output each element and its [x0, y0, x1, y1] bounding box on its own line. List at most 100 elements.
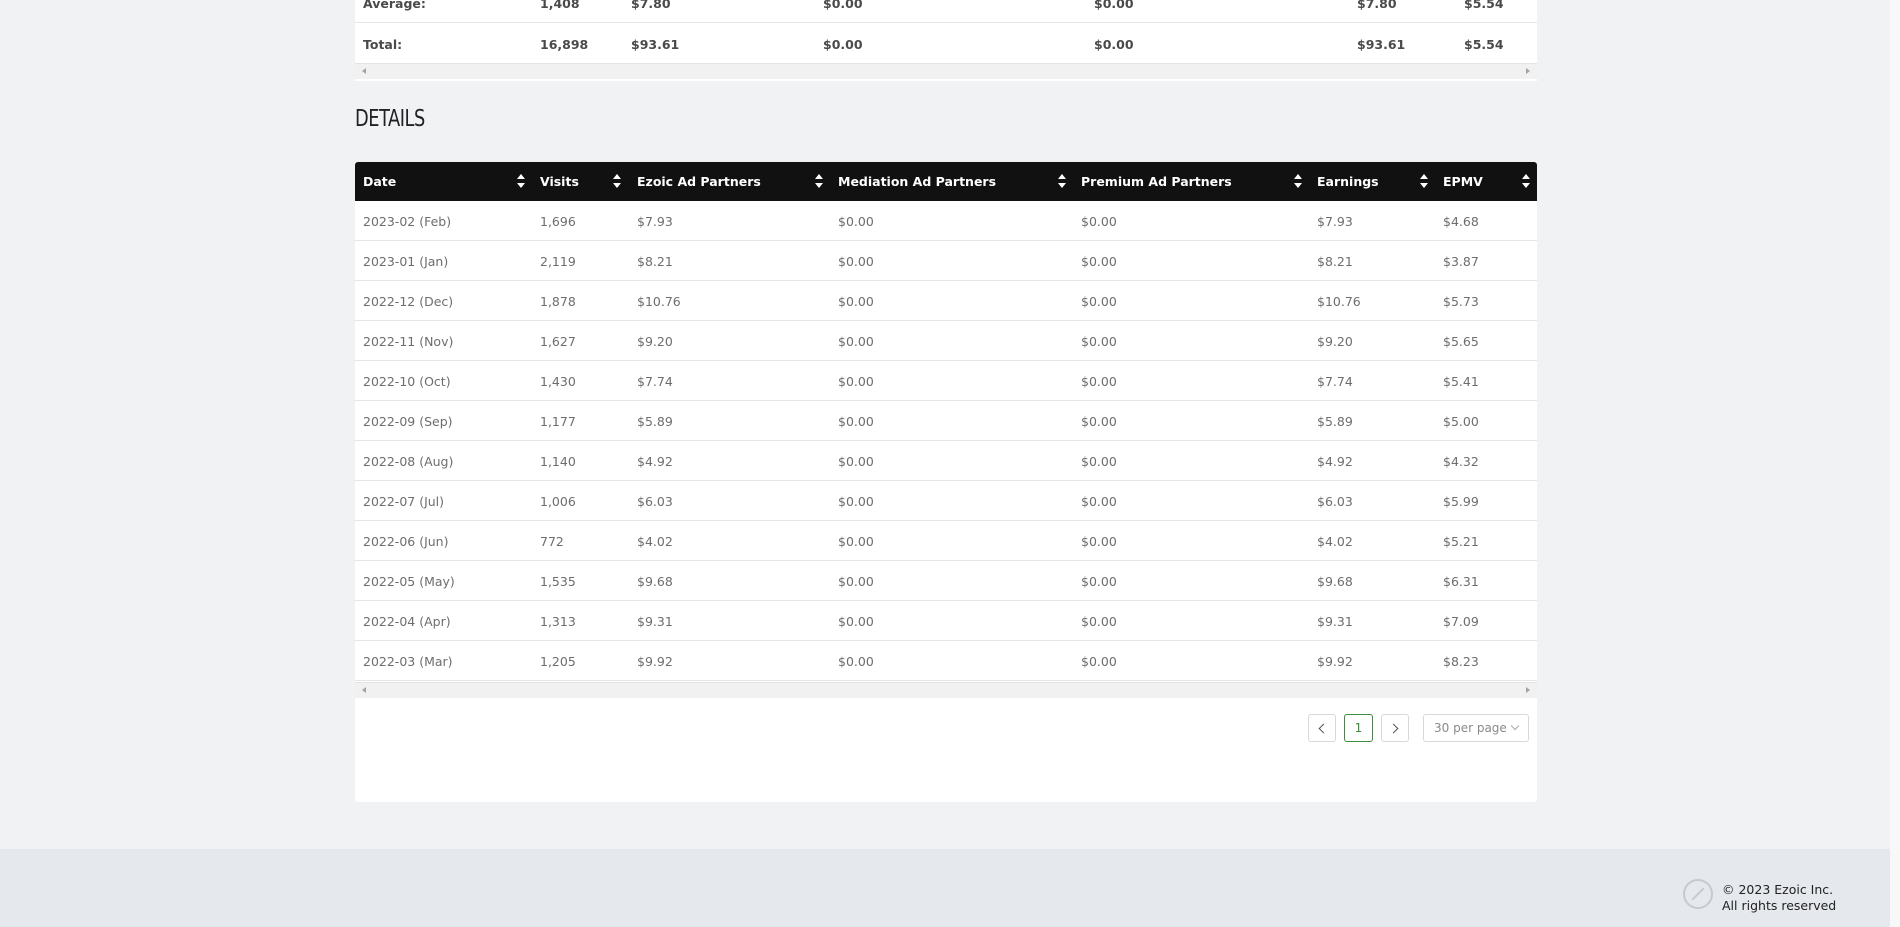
chevron-left-icon: [1318, 723, 1329, 734]
sort-icon[interactable]: [1521, 173, 1531, 191]
details-heading: DETAILS: [355, 106, 425, 132]
table-cell: $8.21: [637, 254, 673, 269]
window-scrollbar-track[interactable]: [1890, 0, 1900, 927]
table-cell: $0.00: [1081, 214, 1117, 229]
details-horizontal-scrollbar[interactable]: [355, 682, 1537, 698]
per-page-select[interactable]: 30 per page: [1423, 714, 1529, 742]
table-row: 2022-10 (Oct) 1,430 $7.74 $0.00 $0.00 $7.74 $5…: [355, 361, 1537, 401]
table-cell: $10.76: [1317, 294, 1361, 309]
table-cell: $9.68: [637, 574, 673, 589]
table-cell: $8.21: [1317, 254, 1353, 269]
table-cell: $8.23: [1443, 654, 1479, 669]
table-cell: $0.00: [838, 254, 874, 269]
copyright-text: © 2023 Ezoic Inc.: [1722, 882, 1834, 897]
table-cell: 2022-11 (Nov): [363, 334, 454, 349]
table-cell: $3.87: [1443, 254, 1479, 269]
sort-icon[interactable]: [1293, 173, 1303, 191]
table-cell: $9.92: [637, 654, 673, 669]
total-mediation: $0.00: [823, 37, 863, 52]
table-cell: $5.89: [637, 414, 673, 429]
table-cell: $5.65: [1443, 334, 1479, 349]
sort-icon[interactable]: [612, 173, 622, 191]
total-epmv: $5.54: [1464, 37, 1504, 52]
table-cell: $4.02: [1317, 534, 1353, 549]
table-cell: $5.21: [1443, 534, 1479, 549]
table-cell: 2022-04 (Apr): [363, 614, 451, 629]
column-header-epmv[interactable]: EPMV: [1443, 162, 1483, 201]
sort-icon[interactable]: [516, 173, 526, 191]
table-cell: $0.00: [838, 214, 874, 229]
table-cell: $0.00: [838, 494, 874, 509]
table-row: 2022-07 (Jul) 1,006 $6.03 $0.00 $0.00 $6.03 $5…: [355, 481, 1537, 521]
column-header-mediation-ad-partners[interactable]: Mediation Ad Partners: [838, 162, 996, 201]
table-cell: 1,535: [540, 574, 576, 589]
scroll-left-arrow-icon[interactable]: [362, 687, 366, 693]
table-cell: $0.00: [1081, 254, 1117, 269]
table-cell: $9.92: [1317, 654, 1353, 669]
column-header-ezoic-ad-partners[interactable]: Ezoic Ad Partners: [637, 162, 761, 201]
scroll-right-arrow-icon[interactable]: [1526, 68, 1530, 74]
table-cell: $4.32: [1443, 454, 1479, 469]
footer-copyright: © 2023 Ezoic Inc. All rights reserved: [1722, 882, 1836, 913]
table-cell: $4.92: [637, 454, 673, 469]
table-cell: 1,430: [540, 374, 576, 389]
table-cell: $0.00: [1081, 414, 1117, 429]
table-cell: $5.99: [1443, 494, 1479, 509]
table-cell: 1,177: [540, 414, 576, 429]
table-cell: $9.31: [1317, 614, 1353, 629]
column-label-date: Date: [363, 174, 397, 189]
sort-icon[interactable]: [814, 173, 824, 191]
table-cell: $0.00: [1081, 334, 1117, 349]
table-cell: $9.20: [1317, 334, 1353, 349]
column-label-ezoic: Ezoic Ad Partners: [637, 174, 761, 189]
total-earnings: $93.61: [1357, 37, 1406, 52]
table-cell: 2023-02 (Feb): [363, 214, 452, 229]
table-cell: $4.92: [1317, 454, 1353, 469]
sort-icon[interactable]: [1419, 173, 1429, 191]
table-cell: 2023-01 (Jan): [363, 254, 449, 269]
rights-text: All rights reserved: [1722, 897, 1837, 913]
total-visits: 16,898: [540, 37, 589, 52]
table-cell: $6.03: [1317, 494, 1353, 509]
table-row: 2022-06 (Jun) 772 $4.02 $0.00 $0.00 $4.02 $5.2…: [355, 521, 1537, 561]
page-footer: © 2023 Ezoic Inc. All rights reserved: [0, 849, 1900, 927]
total-label: Total:: [363, 37, 403, 52]
table-cell: 2,119: [540, 254, 576, 269]
column-label-earnings: Earnings: [1317, 174, 1379, 189]
table-cell: 1,313: [540, 614, 576, 629]
table-cell: $0.00: [1081, 374, 1117, 389]
table-cell: $4.02: [637, 534, 673, 549]
table-cell: 2022-08 (Aug): [363, 454, 454, 469]
table-cell: $0.00: [838, 294, 874, 309]
column-header-visits[interactable]: Visits: [540, 162, 579, 201]
table-cell: $5.73: [1443, 294, 1479, 309]
table-cell: 1,627: [540, 334, 576, 349]
table-cell: $0.00: [838, 534, 874, 549]
previous-page-button[interactable]: [1308, 714, 1336, 742]
table-cell: $9.68: [1317, 574, 1353, 589]
summary-average-row: Average: 1,408 $7.80 $0.00 $0.00 $7.80 $…: [355, 0, 1537, 23]
column-header-date[interactable]: Date: [363, 162, 396, 201]
total-ezoic: $93.61: [631, 37, 680, 52]
scroll-left-arrow-icon[interactable]: [362, 68, 366, 74]
column-label-visits: Visits: [540, 174, 579, 189]
summary-horizontal-scrollbar[interactable]: [355, 63, 1537, 79]
column-label-mediation: Mediation Ad Partners: [838, 174, 997, 189]
table-cell: $0.00: [1081, 494, 1117, 509]
table-cell: $10.76: [637, 294, 681, 309]
average-label: Average:: [363, 0, 426, 11]
sort-icon[interactable]: [1057, 173, 1067, 191]
page-number-button[interactable]: 1: [1344, 714, 1373, 742]
column-header-premium-ad-partners[interactable]: Premium Ad Partners: [1081, 162, 1232, 201]
next-page-button[interactable]: [1381, 714, 1409, 742]
table-cell: $5.89: [1317, 414, 1353, 429]
table-cell: $0.00: [838, 454, 874, 469]
table-cell: 2022-12 (Dec): [363, 294, 454, 309]
table-cell: $0.00: [838, 614, 874, 629]
table-cell: 2022-03 (Mar): [363, 654, 453, 669]
scroll-right-arrow-icon[interactable]: [1526, 687, 1530, 693]
table-cell: $0.00: [838, 414, 874, 429]
table-row: 2022-05 (May) 1,535 $9.68 $0.00 $0.00 $9.68 $6…: [355, 561, 1537, 601]
column-header-earnings[interactable]: Earnings: [1317, 162, 1379, 201]
column-label-premium: Premium Ad Partners: [1081, 174, 1232, 189]
